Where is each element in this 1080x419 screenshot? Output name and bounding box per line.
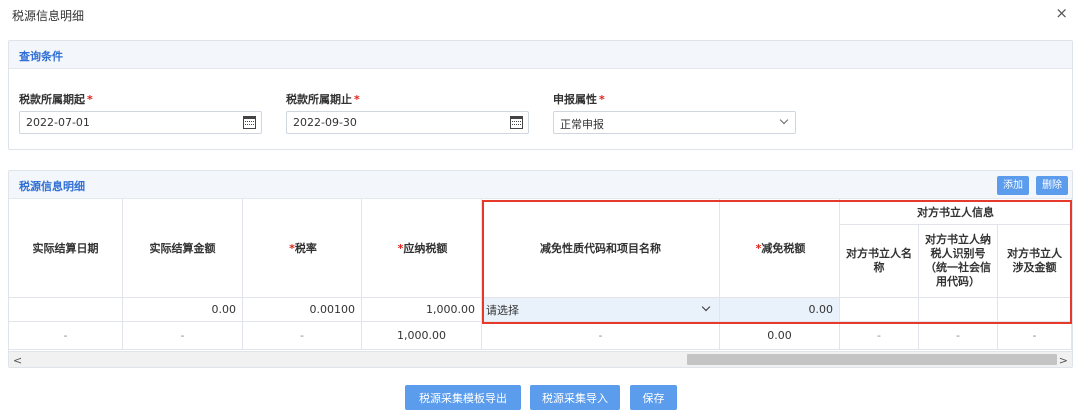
total-tax-rate: - [243,322,362,350]
query-panel-header: 查询条件 [9,41,1072,69]
scroll-left-arrow-icon[interactable]: < [13,354,22,367]
scroll-right-arrow-icon[interactable]: > [1059,354,1068,367]
total-exempt-amount: 0.00 [720,322,840,350]
required-mark: * [87,93,93,106]
export-template-button[interactable]: 税源采集模板导出 [405,385,521,410]
chevron-down-icon [701,302,711,312]
close-icon[interactable]: × [1055,6,1068,21]
end-period-field: 税款所属期止 * 2022-09-30 [286,91,529,134]
total-settle-date: - [9,322,123,350]
header-settle-date: 实际结算日期 [9,199,123,298]
start-period-value: 2022-07-01 [26,116,90,129]
header-cp-name: 对方书立人名称 [840,225,919,298]
calendar-icon[interactable] [510,116,523,129]
total-cp-name: - [840,322,919,350]
tax-source-detail-panel: 税源信息明细 添加 删除 实际结算日期 实际结算金额 * 税率 * 应纳税额 减免性… [8,170,1073,368]
header-exempt-amount: * 减免税额 [720,199,840,298]
start-period-input[interactable]: 2022-07-01 [19,111,262,134]
end-period-value: 2022-09-30 [293,116,357,129]
header-tax-due: * 应纳税额 [362,199,482,298]
row-cp-amount[interactable] [998,298,1072,322]
start-period-field: 税款所属期起 * 2022-07-01 [19,91,262,134]
declare-attr-field: 申报属性 * 正常申报 [553,91,796,134]
required-mark: * [599,93,605,106]
horizontal-scrollbar[interactable]: < > [9,351,1072,367]
dialog-title-bar: 税源信息明细 × [0,0,1080,28]
declare-attr-select[interactable]: 正常申报 [553,111,796,134]
delete-button[interactable]: 删除 [1036,176,1068,195]
header-counterparty-group: 对方书立人信息 [840,199,1072,225]
header-cp-amount: 对方书立人涉及金额 [998,225,1072,298]
save-button[interactable]: 保存 [630,385,677,410]
total-cp-id: - [919,322,998,350]
exempt-code-select[interactable]: 请选择 [482,298,720,322]
row-settle-date[interactable] [9,298,123,322]
total-settle-amount: - [123,322,243,350]
query-section-title: 查询条件 [19,50,63,63]
exempt-code-select-value: 请选择 [486,303,519,317]
row-tax-rate[interactable]: 0.00100 [243,298,362,322]
total-cp-amount: - [998,322,1072,350]
total-tax-due: 1,000.00 [362,322,482,350]
scroll-thumb[interactable] [687,354,1057,365]
detail-panel-header: 税源信息明细 添加 删除 [9,171,1072,199]
import-button[interactable]: 税源采集导入 [530,385,620,410]
header-tax-rate: * 税率 [243,199,362,298]
header-settle-amount: 实际结算金额 [123,199,243,298]
query-conditions-panel: 查询条件 税款所属期起 * 2022-07-01 税款所属期止 * 2022-09-… [8,40,1073,150]
row-tax-due: 1,000.00 [362,298,482,322]
total-exempt-code: - [482,322,720,350]
row-cp-name[interactable] [840,298,919,322]
row-settle-amount[interactable]: 0.00 [123,298,243,322]
dialog-title: 税源信息明细 [12,9,85,23]
end-period-label: 税款所属期止 * [286,93,360,106]
chevron-down-icon [779,115,789,125]
end-period-input[interactable]: 2022-09-30 [286,111,529,134]
start-period-label: 税款所属期起 * [19,93,93,106]
detail-section-title: 税源信息明细 [19,180,85,193]
tax-source-table: 实际结算日期 实际结算金额 * 税率 * 应纳税额 减免性质代码和项目名称 * 减免税… [9,199,1072,351]
add-button[interactable]: 添加 [997,176,1029,195]
header-cp-id: 对方书立人纳税人识别号（统一社会信用代码） [919,225,998,298]
row-exempt-amount[interactable]: 0.00 [720,298,840,322]
declare-attr-label: 申报属性 * [553,93,605,106]
calendar-icon[interactable] [243,116,256,129]
required-mark: * [354,93,360,106]
header-exempt-code: 减免性质代码和项目名称 [482,199,720,298]
declare-attr-value: 正常申报 [560,118,604,131]
row-cp-id[interactable] [919,298,998,322]
